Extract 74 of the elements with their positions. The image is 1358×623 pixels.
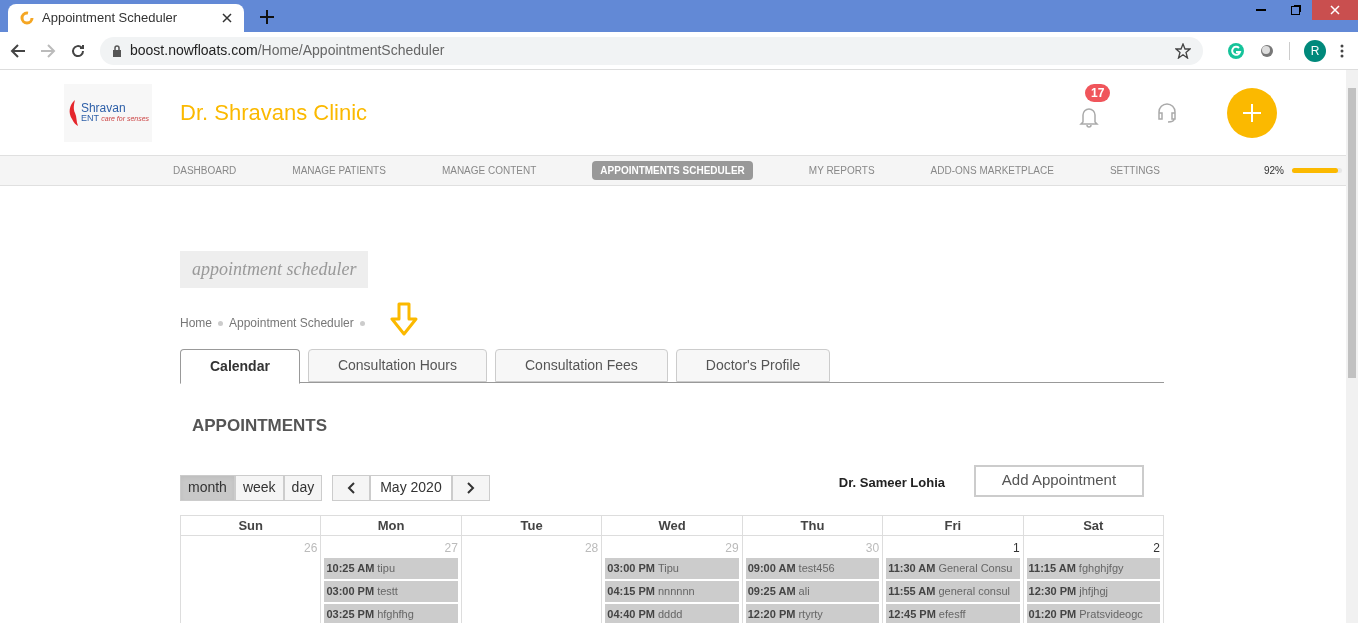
plus-icon — [1243, 103, 1261, 122]
extension-icon[interactable] — [1259, 42, 1275, 59]
weekday-header: Fri — [883, 515, 1024, 536]
appointment-event[interactable]: 11:30 AM General Consu — [886, 557, 1020, 579]
breadcrumb-link[interactable]: Appointment Scheduler — [229, 314, 354, 332]
appointment-event[interactable]: 12:30 PM jhfjhgj — [1026, 580, 1160, 602]
day-number: 27 — [443, 539, 458, 557]
view-button[interactable]: week — [234, 474, 284, 501]
weekday-header: Tue — [461, 515, 603, 536]
url-text: boost.nowfloats.com/Home/AppointmentScheduler — [130, 41, 446, 60]
new-tab-icon[interactable] — [260, 10, 274, 24]
appointment-event[interactable]: 09:00 AM test456 — [745, 557, 880, 579]
appointment-event[interactable]: 11:55 AM general consul — [886, 580, 1020, 602]
weekday-header: Sat — [1023, 515, 1164, 536]
menu-icon[interactable] — [1340, 43, 1344, 58]
breadcrumb-link[interactable]: Home — [180, 314, 212, 332]
tab-title: Appointment Scheduler — [42, 9, 179, 28]
day-number: 30 — [864, 539, 880, 557]
weekday-header: Thu — [742, 515, 884, 536]
next-button[interactable] — [451, 474, 490, 501]
nav-item[interactable]: DASHBOARD — [173, 163, 237, 178]
appointment-event[interactable]: 01:20 PM Pratsvideogc — [1026, 603, 1160, 623]
weekday-header: Wed — [602, 515, 743, 536]
day-number: 29 — [724, 539, 739, 557]
tab[interactable]: Consultation Hours — [307, 349, 487, 382]
nav-item[interactable]: SETTINGS — [1109, 163, 1160, 178]
tab[interactable]: Doctor's Profile — [675, 349, 831, 382]
lock-icon — [112, 44, 122, 57]
appointment-event[interactable]: 11:15 AM fghghjfgy — [1026, 557, 1160, 579]
close-icon[interactable] — [222, 13, 232, 23]
favicon-icon — [20, 11, 34, 25]
nav-item[interactable]: ADD-ONS MARKETPLACE — [930, 163, 1054, 178]
appointment-event[interactable]: 04:40 PM dddd — [605, 603, 739, 623]
day-number: 2 — [1152, 539, 1160, 557]
reload-icon[interactable] — [70, 42, 86, 59]
appointment-event[interactable]: 03:25 PM hfghfhg — [324, 603, 458, 623]
appointment-event[interactable]: 10:25 AM tipu — [324, 557, 458, 579]
view-button[interactable]: day — [283, 474, 323, 501]
nav-item[interactable]: MANAGE PATIENTS — [292, 163, 386, 178]
day-number: 26 — [303, 539, 318, 557]
address-bar[interactable]: boost.nowfloats.com/Home/AppointmentScheduler — [100, 36, 1203, 65]
scrollbar[interactable] — [1346, 70, 1358, 623]
close-icon — [1330, 5, 1340, 15]
down-arrow-icon — [390, 302, 418, 336]
star-icon[interactable] — [1175, 42, 1191, 59]
previous-button[interactable] — [332, 474, 371, 501]
tab[interactable]: Consultation Fees — [495, 349, 668, 382]
browser-tab[interactable]: Appointment Scheduler — [8, 4, 244, 32]
notification-badge: 17 — [1085, 83, 1111, 102]
period-label: May 2020 — [370, 474, 452, 501]
chevron-left-icon — [347, 481, 356, 494]
section-title: APPOINTMENTS — [192, 415, 329, 437]
clinic-name: Dr. Shravans Clinic — [180, 99, 369, 127]
nav-item[interactable]: MANAGE CONTENT — [441, 163, 537, 178]
appointment-event[interactable]: 09:25 AM ali — [745, 580, 880, 602]
appointment-event[interactable]: 04:15 PM nnnnnn — [605, 580, 739, 602]
add-appointment-button[interactable]: Add Appointment — [974, 464, 1144, 497]
appointment-event[interactable]: 03:00 PM testt — [324, 580, 458, 602]
view-button[interactable]: month — [180, 474, 235, 501]
weekday-header: Mon — [321, 515, 462, 536]
appointment-event[interactable]: 03:00 PM Tipu — [605, 557, 739, 579]
chevron-right-icon — [466, 481, 475, 494]
page-badge: appointment scheduler — [180, 251, 369, 288]
day-number: 28 — [583, 539, 599, 557]
tab[interactable]: Calendar — [180, 349, 300, 384]
appointment-event[interactable]: 12:20 PM rtyrty — [745, 603, 880, 623]
back-icon[interactable] — [10, 42, 26, 59]
progress-reading: 92% — [1263, 164, 1284, 178]
nav-item[interactable]: MY REPORTS — [808, 163, 875, 178]
appointment-event[interactable]: 12:45 PM efesff — [886, 603, 1020, 623]
profile-avatar[interactable]: R — [1304, 39, 1326, 62]
day-number: 1 — [1011, 539, 1020, 557]
doctor-name: Dr. Sameer Lohia — [838, 473, 945, 492]
weekday-header: Sun — [181, 515, 322, 536]
